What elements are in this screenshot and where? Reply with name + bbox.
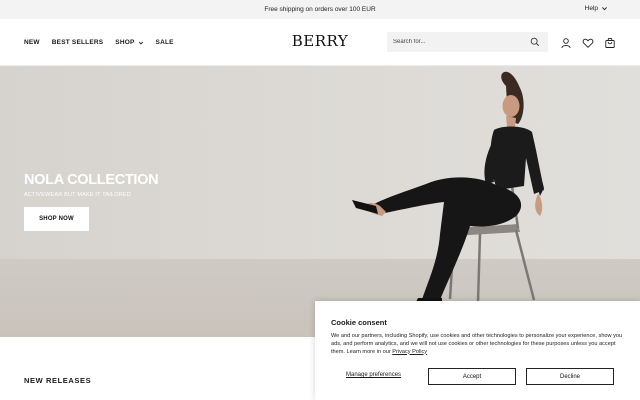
site-header: NEW BEST SELLERS SHOP SALE BERRY [0,19,640,66]
manage-preferences-link[interactable]: Manage preferences [346,372,401,378]
chevron-down-icon [602,7,607,11]
announcement-bar: Free shipping on orders over 100 EUR Hel… [0,0,640,19]
shop-now-button[interactable]: SHOP NOW [24,207,89,231]
cookie-body: We and our partners, including Shopify, … [331,333,631,356]
hero-subtitle: ACTIVEWEAR BUT MAKE IT TAILORED [24,192,131,198]
search-icon[interactable] [530,37,540,47]
header-icons [560,36,616,49]
cookie-title: Cookie consent [331,318,387,327]
cookie-consent-banner: Cookie consent We and our partners, incl… [315,301,640,400]
help-menu[interactable]: Help [585,5,608,12]
privacy-policy-link[interactable]: Privacy Policy [392,349,427,355]
hero-title: NOLA COLLECTION [24,172,159,188]
help-label: Help [584,5,598,12]
search-box [387,32,548,52]
accept-button[interactable]: Accept [428,368,516,385]
cart-bag-icon[interactable] [604,36,616,48]
hero-banner: NOLA COLLECTION ACTIVEWEAR BUT MAKE IT T… [0,66,640,337]
decline-button[interactable]: Decline [526,368,614,385]
section-title: NEW RELEASES [24,376,92,385]
search-input[interactable] [393,39,523,45]
account-icon[interactable] [560,36,572,49]
wishlist-heart-icon[interactable] [582,36,594,48]
hero-model-image [352,71,544,303]
cookie-text: We and our partners, including Shopify, … [331,333,623,355]
shipping-message: Free shipping on orders over 100 EUR [264,6,376,13]
